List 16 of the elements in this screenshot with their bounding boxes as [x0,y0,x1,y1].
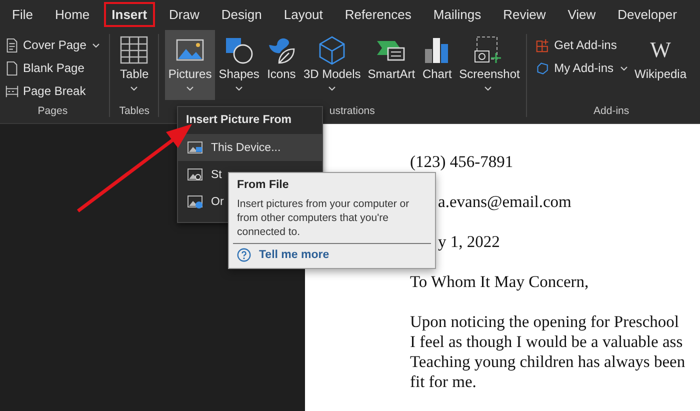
group-label: Tables [119,105,150,119]
document-text: Upon noticing the opening for Preschool [410,312,680,332]
document-text: Teaching young children has always been [410,352,686,372]
document-text: y 1, 2022 [438,232,501,252]
document-text: I feel as though I would be a valuable ass [410,332,684,352]
tooltip-text: Insert pictures from your computer or from other computers that you're connected to. [237,197,410,239]
tooltip-title: From File [237,179,290,191]
document-text: fit for me. [410,372,478,392]
group-label: Add-ins [594,105,630,119]
wikipedia-logo: W [650,37,671,63]
group-label: ustrations [329,105,375,119]
document-text: To Whom It May Concern, [410,272,590,292]
document-text: (123) 456-7891 [410,152,514,172]
document-text: a.evans@email.com [438,192,572,212]
group-label: Pages [38,105,68,119]
menu-title: Insert Picture From [185,113,292,128]
